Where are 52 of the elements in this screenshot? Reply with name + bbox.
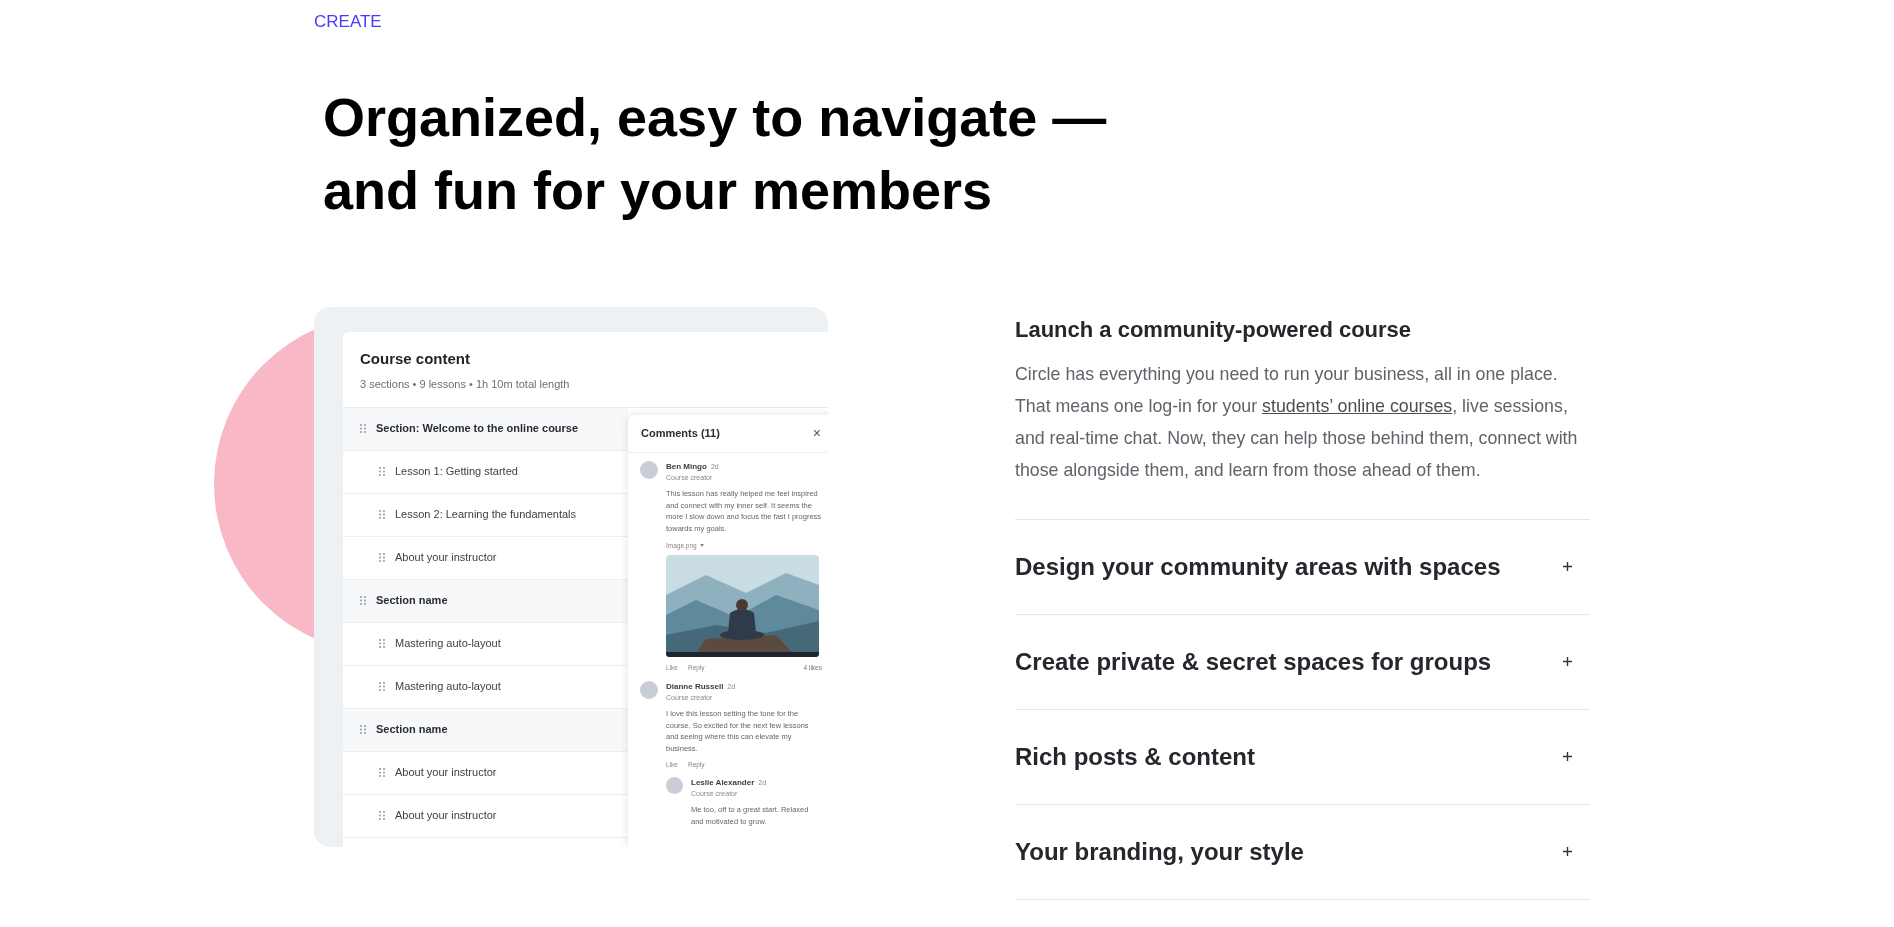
section-title: Section name <box>376 593 448 609</box>
drag-handle-icon[interactable] <box>360 725 366 734</box>
headline: Organized, easy to navigate — <box>323 85 1107 149</box>
section-row[interactable]: Section: Welcome to the online course <box>343 407 628 451</box>
accordion-title[interactable]: Your branding, your style <box>1015 833 1304 870</box>
inline-link[interactable]: students’ online courses <box>1262 395 1453 416</box>
eyebrow-label: CREATE <box>314 11 382 33</box>
section-row[interactable]: Section name <box>343 579 628 623</box>
drag-handle-icon[interactable] <box>379 639 385 648</box>
drag-handle-icon[interactable] <box>379 553 385 562</box>
course-title: Course content <box>360 348 471 369</box>
plus-icon[interactable] <box>1563 752 1572 761</box>
comments-title: Comments (11) <box>641 425 720 441</box>
lesson-title: Mastering auto-layout <box>395 679 501 695</box>
headline: and fun for your members <box>323 158 993 222</box>
drag-handle-icon[interactable] <box>379 768 385 777</box>
accordion-title[interactable]: Design your community areas with spaces <box>1015 548 1501 585</box>
accordion-title[interactable]: Rich posts & content <box>1015 738 1255 775</box>
section-row[interactable]: Section name <box>343 708 628 752</box>
lesson-title: Lesson 2: Learning the fundamentals <box>395 507 577 523</box>
lesson-title: Lesson 1: Getting started <box>395 464 518 480</box>
drag-handle-icon[interactable] <box>360 596 366 605</box>
course-summary: 3 sections • 9 lessons • 1h 10m total length <box>360 377 571 392</box>
commenter-name: Dianne Russell <box>666 680 724 693</box>
lesson-title: Mastering auto-layout <box>395 636 501 652</box>
drag-handle-icon[interactable] <box>379 682 385 691</box>
accordion-item[interactable]: Create private & secret spaces for groups <box>1015 614 1590 710</box>
plus-icon[interactable] <box>1563 562 1572 571</box>
accordion-item[interactable]: Rich posts & content <box>1015 709 1590 805</box>
close-button[interactable]: × <box>812 426 821 440</box>
plus-icon[interactable] <box>1563 847 1572 856</box>
section-title: Section: Welcome to the online course <box>376 421 579 437</box>
accordion-item[interactable]: Your branding, your style <box>1015 804 1590 900</box>
accordion-title[interactable]: Create private & secret spaces for groups <box>1015 643 1492 680</box>
plus-icon[interactable] <box>1563 657 1572 666</box>
accordion-title[interactable]: Launch a community-powered course <box>1015 312 1412 346</box>
lesson-title: About your instructor <box>395 550 497 566</box>
commenter-name: Ben Mingo <box>666 460 707 473</box>
commenter-name: Leslie Alexander <box>691 776 755 789</box>
drag-handle-icon[interactable] <box>379 467 385 476</box>
accordion-item[interactable]: Design your community areas with spaces <box>1015 519 1590 615</box>
drag-handle-icon[interactable] <box>379 811 385 820</box>
drag-handle-icon[interactable] <box>360 424 366 433</box>
drag-handle-icon[interactable] <box>379 510 385 519</box>
avatar <box>640 680 658 699</box>
lesson-title: About your instructor <box>395 765 497 781</box>
caret-icon[interactable] <box>699 544 704 548</box>
lesson-title: About your instructor <box>395 808 497 824</box>
avatar <box>640 460 658 479</box>
section-title: Section name <box>376 722 448 738</box>
avatar <box>666 776 683 794</box>
accordion-body: Circle has everything you need to run your business, all in one place. That means one log-in for your students’ online courses, live sessions, and real-time chat. Now, they can help those behind them, connect with those alongside them, and learn from those ahead of them. <box>1015 362 1579 482</box>
